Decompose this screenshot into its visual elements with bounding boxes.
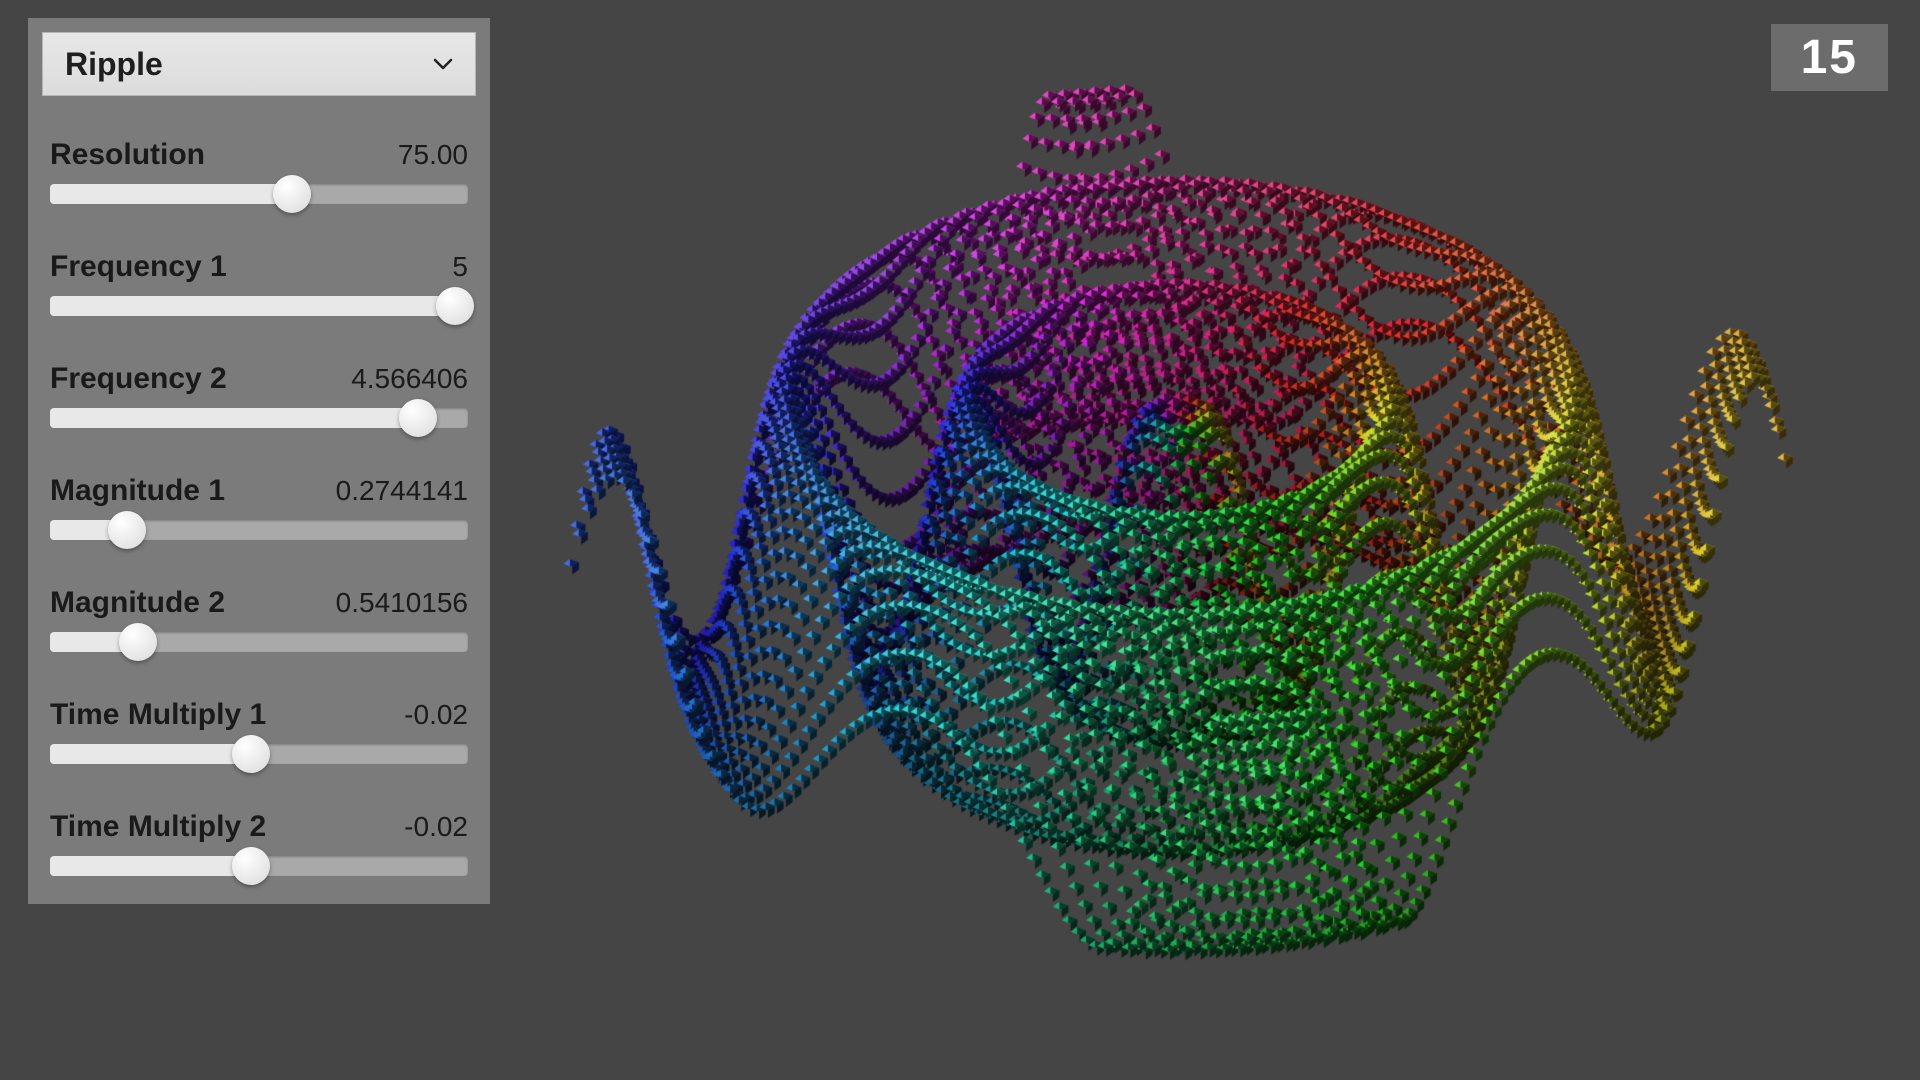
slider-row: Time Multiply 2 -0.02 xyxy=(42,810,476,880)
slider-label: Magnitude 2 xyxy=(50,586,225,620)
function-dropdown-label: Ripple xyxy=(65,46,163,83)
slider-value: 5 xyxy=(452,251,468,283)
slider-row: Resolution 75.00 xyxy=(42,138,476,208)
slider-row: Frequency 2 4.566406 xyxy=(42,362,476,432)
slider-thumb[interactable] xyxy=(119,623,157,661)
slider-label: Magnitude 1 xyxy=(50,474,225,508)
viewport-3d[interactable] xyxy=(520,0,1920,1080)
slider[interactable] xyxy=(50,516,468,544)
slider-thumb[interactable] xyxy=(273,175,311,213)
slider-row: Frequency 1 5 xyxy=(42,250,476,320)
slider[interactable] xyxy=(50,852,468,880)
slider[interactable] xyxy=(50,628,468,656)
chevron-down-icon xyxy=(433,57,453,71)
slider-label: Resolution xyxy=(50,138,205,172)
slider-label: Frequency 1 xyxy=(50,250,227,284)
slider-value: -0.02 xyxy=(404,699,468,731)
slider[interactable] xyxy=(50,740,468,768)
slider-thumb[interactable] xyxy=(436,287,474,325)
slider-thumb[interactable] xyxy=(399,399,437,437)
slider-row: Magnitude 2 0.5410156 xyxy=(42,586,476,656)
slider[interactable] xyxy=(50,292,468,320)
slider[interactable] xyxy=(50,180,468,208)
function-dropdown[interactable]: Ripple xyxy=(42,32,476,96)
slider-value: 0.5410156 xyxy=(336,587,468,619)
slider-label: Time Multiply 1 xyxy=(50,698,266,732)
slider[interactable] xyxy=(50,404,468,432)
slider-value: 75.00 xyxy=(398,139,468,171)
slider-thumb[interactable] xyxy=(108,511,146,549)
slider-value: -0.02 xyxy=(404,811,468,843)
slider-row: Time Multiply 1 -0.02 xyxy=(42,698,476,768)
slider-row: Magnitude 1 0.2744141 xyxy=(42,474,476,544)
slider-thumb[interactable] xyxy=(232,735,270,773)
slider-label: Frequency 2 xyxy=(50,362,227,396)
slider-label: Time Multiply 2 xyxy=(50,810,266,844)
slider-value: 0.2744141 xyxy=(336,475,468,507)
slider-thumb[interactable] xyxy=(232,847,270,885)
settings-panel: Ripple Resolution75.00Frequency 15Freque… xyxy=(28,18,490,904)
slider-value: 4.566406 xyxy=(351,363,468,395)
